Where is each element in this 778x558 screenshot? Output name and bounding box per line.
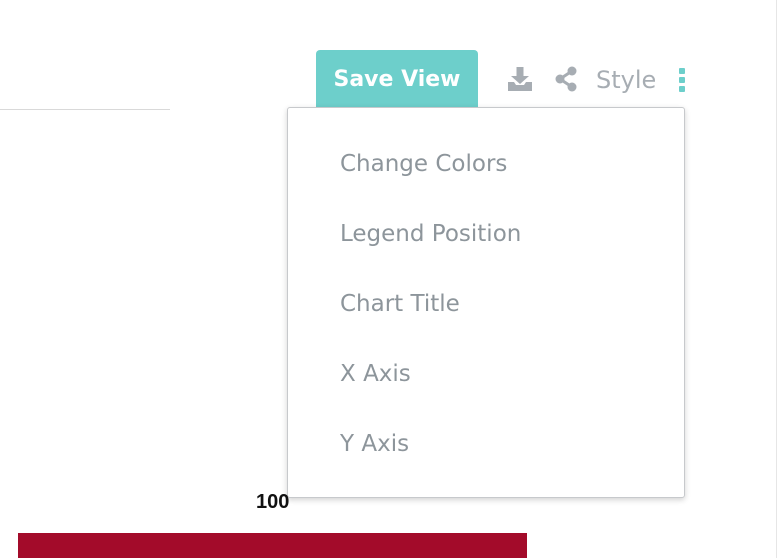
- download-button[interactable]: [504, 63, 536, 95]
- menu-item-x-axis[interactable]: X Axis: [288, 339, 684, 409]
- share-icon: [555, 66, 577, 92]
- save-view-button[interactable]: Save View: [316, 50, 478, 110]
- chart-bar: [18, 533, 527, 558]
- menu-item-legend-position[interactable]: Legend Position: [288, 199, 684, 269]
- panel-right-edge: [776, 0, 777, 558]
- style-menu-toggle[interactable]: Style: [596, 62, 656, 98]
- menu-item-chart-title[interactable]: Chart Title: [288, 269, 684, 339]
- header-divider: [0, 109, 170, 110]
- menu-item-y-axis[interactable]: Y Axis: [288, 409, 684, 479]
- menu-item-change-colors[interactable]: Change Colors: [288, 129, 684, 199]
- more-vertical-icon: [679, 68, 685, 92]
- bar-data-label: 100: [256, 491, 290, 513]
- more-options-button[interactable]: [670, 63, 694, 97]
- style-dropdown-menu: Change Colors Legend Position Chart Titl…: [287, 107, 685, 498]
- download-icon: [508, 67, 532, 91]
- share-button[interactable]: [550, 63, 582, 95]
